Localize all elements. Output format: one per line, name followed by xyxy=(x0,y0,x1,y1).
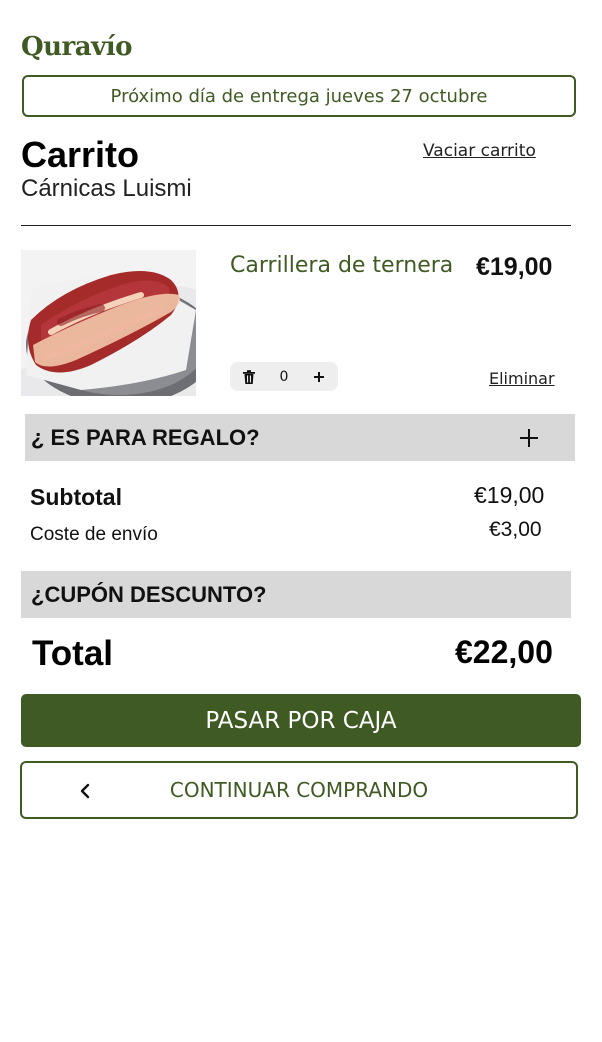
trash-icon[interactable] xyxy=(240,368,258,386)
subtotal-label: Subtotal xyxy=(30,484,122,510)
coupon-toggle[interactable]: ¿CUPÓN DESCUNTO? xyxy=(21,571,571,618)
plus-icon[interactable] xyxy=(514,423,544,453)
product-price: €19,00 xyxy=(476,253,553,281)
delivery-banner: Próximo día de entrega jueves 27 octubre xyxy=(22,75,576,117)
shipping-label: Coste de envío xyxy=(30,524,158,545)
gift-label: ¿ ES PARA REGALO? xyxy=(31,424,260,450)
subtotal-value: €19,00 xyxy=(474,482,545,508)
product-image-graphic xyxy=(21,250,196,396)
checkout-button[interactable]: PASAR POR CAJA xyxy=(21,694,581,747)
quantity-stepper: 0 xyxy=(230,362,338,391)
page-title: Carrito xyxy=(21,134,140,175)
total-value: €22,00 xyxy=(455,634,553,670)
coupon-label: ¿CUPÓN DESCUNTO? xyxy=(31,581,267,607)
increase-quantity-button[interactable] xyxy=(310,368,328,386)
continue-shopping-button[interactable]: CONTINUAR COMPRANDO xyxy=(20,761,578,819)
quantity-value: 0 xyxy=(279,368,289,385)
clear-cart-link[interactable]: Vaciar carrito xyxy=(423,141,536,161)
plus-icon xyxy=(313,371,324,382)
product-image xyxy=(21,250,196,396)
shipping-value: €3,00 xyxy=(489,518,542,541)
brand-logo[interactable]: Quravío xyxy=(21,32,132,62)
continue-shopping-label: CONTINUAR COMPRANDO xyxy=(169,778,429,802)
remove-item-link[interactable]: Eliminar xyxy=(489,369,555,388)
product-name[interactable]: Carrillera de ternera xyxy=(230,253,453,278)
chevron-left-icon xyxy=(78,781,94,801)
gift-toggle[interactable]: ¿ ES PARA REGALO? xyxy=(25,414,575,461)
checkout-button-label: PASAR POR CAJA xyxy=(205,707,397,734)
total-label: Total xyxy=(32,634,114,673)
divider xyxy=(21,225,571,226)
vendor-name: Cárnicas Luismi xyxy=(21,175,192,202)
delivery-banner-text: Próximo día de entrega jueves 27 octubre xyxy=(110,85,488,107)
